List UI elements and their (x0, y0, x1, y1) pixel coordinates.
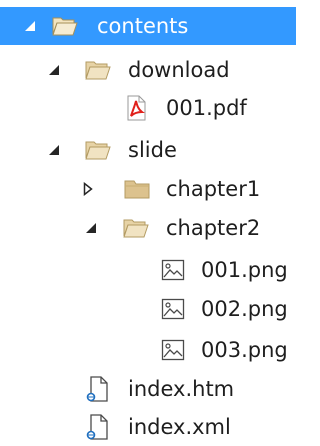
web-document-icon (85, 408, 111, 446)
image-file-icon (160, 331, 186, 369)
tree-item-chapter1[interactable]: chapter1 (0, 170, 296, 208)
tree-item-003-png[interactable]: 003.png (0, 331, 296, 369)
tree-item-label: contents (97, 14, 189, 38)
tree-item-001-png[interactable]: 001.png (0, 251, 296, 289)
closed-folder-icon (124, 170, 150, 208)
expanded-arrow-icon[interactable] (47, 131, 61, 169)
tree-item-label: 003.png (201, 338, 288, 362)
tree-item-label: index.xml (128, 415, 231, 439)
folder-tree: contents download 001.pdf slide chapter1… (0, 0, 296, 442)
tree-item-contents[interactable]: contents (0, 7, 296, 45)
tree-item-label: slide (128, 138, 177, 162)
tree-item-index-htm[interactable]: index.htm (0, 370, 296, 408)
tree-item-label: chapter1 (166, 177, 261, 201)
tree-item-002-png[interactable]: 002.png (0, 290, 296, 328)
image-file-icon (160, 251, 186, 289)
open-folder-icon (52, 7, 78, 45)
image-file-icon (160, 290, 186, 328)
tree-item-001-pdf[interactable]: 001.pdf (0, 89, 296, 127)
tree-item-label: 002.png (201, 297, 288, 321)
expanded-arrow-icon[interactable] (47, 51, 61, 89)
expanded-arrow-icon[interactable] (23, 7, 37, 45)
open-folder-icon (85, 131, 111, 169)
tree-item-slide[interactable]: slide (0, 131, 296, 169)
tree-item-index-xml[interactable]: index.xml (0, 408, 296, 446)
tree-item-chapter2[interactable]: chapter2 (0, 209, 296, 247)
tree-item-label: download (128, 58, 230, 82)
tree-item-label: index.htm (128, 377, 235, 401)
tree-item-label: chapter2 (166, 216, 261, 240)
web-document-icon (85, 370, 111, 408)
tree-item-label: 001.png (201, 258, 288, 282)
collapsed-arrow-icon[interactable] (81, 170, 95, 208)
tree-item-download[interactable]: download (0, 51, 296, 89)
pdf-file-icon (123, 89, 149, 127)
tree-item-label: 001.pdf (166, 96, 247, 120)
expanded-arrow-icon[interactable] (84, 209, 98, 247)
open-folder-icon (85, 51, 111, 89)
open-folder-icon (123, 209, 149, 247)
